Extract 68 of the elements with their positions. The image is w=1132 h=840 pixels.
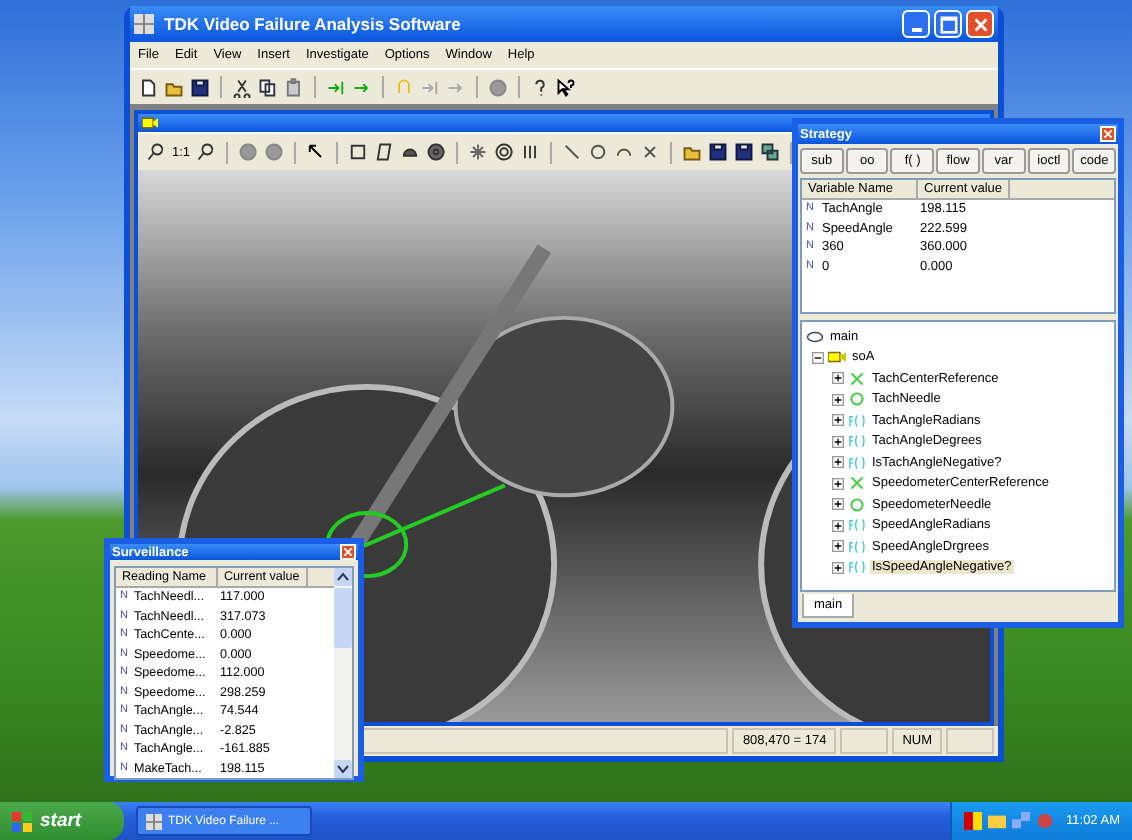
pointer-icon[interactable] [306,142,327,162]
circle-icon[interactable] [238,142,259,162]
expand-icon[interactable] [832,393,844,406]
expand-icon[interactable] [832,561,844,574]
scroll-down-icon[interactable] [334,760,352,778]
windows-logo-icon [12,811,32,831]
expand-icon[interactable] [832,477,844,490]
function-icon [848,560,866,575]
zoom-icon[interactable] [146,142,166,162]
expand-icon[interactable] [832,435,844,448]
close-icon [342,546,354,558]
function-icon [848,413,866,428]
expand-icon[interactable] [832,372,844,385]
minimize-button[interactable] [902,10,930,38]
function-icon [848,539,866,554]
new-file-icon[interactable] [138,77,158,97]
expand-icon[interactable] [832,540,844,553]
sun-icon[interactable] [468,142,489,162]
maximize-button[interactable] [934,10,962,38]
status-panel [840,728,889,754]
function-icon [848,518,866,533]
expand-icon[interactable] [832,456,844,469]
circle-icon [848,497,866,512]
line-icon[interactable] [562,142,583,162]
function-icon [848,455,866,470]
start-button[interactable]: start [0,802,124,840]
tray-app-icon[interactable] [964,812,983,830]
close-icon [1102,128,1114,140]
cross-icon [848,371,866,386]
cross-icon [848,476,866,491]
record-icon[interactable] [488,77,508,97]
camera-icon [142,116,158,130]
step-in-icon[interactable] [326,77,346,97]
target-icon[interactable] [494,142,515,162]
app-icon [134,14,154,34]
close-button[interactable] [1100,126,1116,142]
cross-icon[interactable] [640,142,661,162]
collapse-icon[interactable] [812,351,824,364]
save-icon[interactable] [190,77,210,97]
square-icon[interactable] [348,142,369,162]
circle-icon[interactable] [264,142,285,162]
circle-icon [848,392,866,407]
maximize-icon [939,15,957,33]
app-icon [146,813,162,829]
scissors-icon[interactable] [232,77,252,97]
status-panel [946,728,994,754]
scroll-thumb[interactable] [334,588,352,648]
expand-icon[interactable] [832,498,844,511]
zoom-icon[interactable] [196,142,217,162]
scroll-up-icon[interactable] [334,568,352,586]
save-icon[interactable] [708,142,729,162]
close-button[interactable] [966,10,994,38]
bars-icon[interactable] [520,142,541,162]
save-icon[interactable] [734,142,755,162]
expand-icon[interactable] [832,414,844,427]
minimize-icon [911,27,921,31]
copy-icon[interactable] [258,77,278,97]
paste-icon[interactable] [284,77,304,97]
camera-icon [828,350,846,365]
windows-icon[interactable] [760,142,781,162]
close-button[interactable] [340,544,356,560]
expand-icon[interactable] [832,519,844,532]
help-icon[interactable] [530,77,550,97]
window-title: TDK Video Failure Analysis Software [164,14,461,34]
context-help-icon[interactable] [556,77,576,97]
function-icon [848,434,866,449]
scrollbar[interactable] [334,568,352,778]
close-icon [971,15,989,33]
